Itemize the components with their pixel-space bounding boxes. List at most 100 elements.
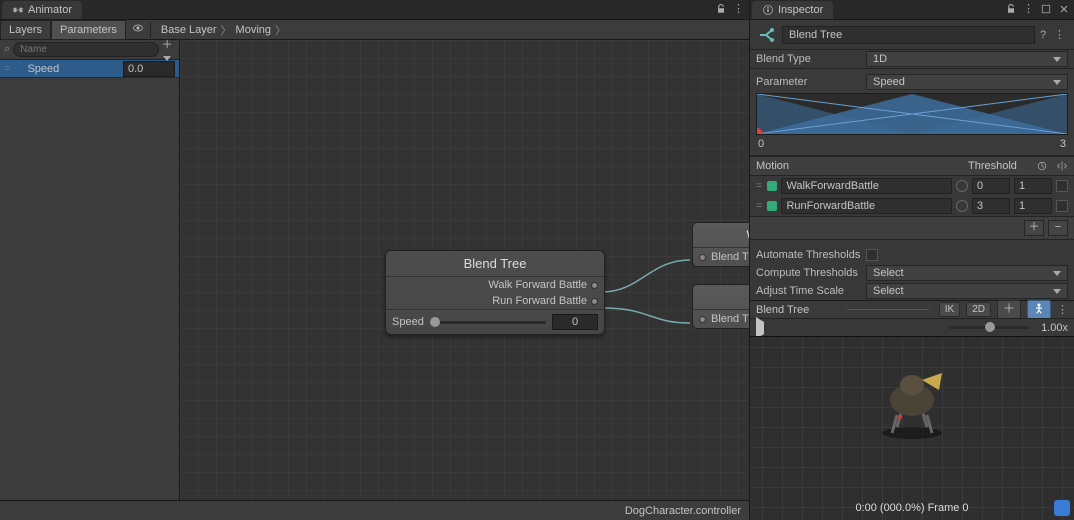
mirror-checkbox[interactable]	[1056, 200, 1068, 212]
parameter-label: Parameter	[756, 76, 866, 88]
parameter-value-input[interactable]	[123, 61, 175, 77]
add-parameter-button[interactable]: ＋	[159, 36, 175, 64]
timescale-input[interactable]	[1014, 198, 1052, 214]
animator-icon	[12, 4, 24, 16]
timescale-input[interactable]	[1014, 178, 1052, 194]
search-icon: ⌕	[4, 43, 10, 56]
blend-tree-icon	[756, 24, 778, 46]
chevron-down-icon	[1053, 57, 1061, 62]
output-port[interactable]	[591, 282, 598, 289]
info-icon	[762, 4, 774, 16]
kebab-icon[interactable]: ⋮	[1057, 303, 1068, 316]
add-motion-button[interactable]: ＋	[1024, 220, 1044, 236]
status-bar: DogCharacter.controller	[0, 500, 749, 520]
motion-name: RunForwardBattle	[781, 198, 952, 214]
playback-speed-label: 1.00x	[1041, 322, 1068, 334]
object-picker-icon[interactable]	[956, 200, 968, 212]
mirror-checkbox[interactable]	[1056, 180, 1068, 192]
preview-model	[867, 355, 957, 445]
blend-tree-node[interactable]: Blend Tree Walk Forward Battle Run Forwa…	[385, 250, 605, 335]
node-sub-label: Blend Tree	[711, 251, 749, 263]
compute-label: Compute Thresholds	[756, 267, 866, 279]
parameter-dropdown[interactable]: Speed	[866, 74, 1068, 90]
frame-label: 0:00 (000.0%) Frame 0	[750, 502, 1074, 514]
motion-list-row[interactable]: = WalkForwardBattle	[750, 176, 1074, 196]
maximize-icon[interactable]	[1040, 3, 1052, 15]
axis-min: 0	[758, 138, 764, 150]
input-port[interactable]	[699, 254, 706, 261]
threshold-input[interactable]	[972, 178, 1010, 194]
motion-node[interactable]: RunForwardBattle Blend Tree	[692, 284, 749, 329]
node-title: RunForwardBattle	[693, 285, 749, 309]
playback-speed-slider[interactable]	[949, 326, 1029, 329]
animator-tab[interactable]: Animator	[2, 1, 82, 19]
avatar-icon	[1033, 302, 1045, 314]
blend-type-dropdown[interactable]: 1D	[866, 51, 1068, 67]
kebab-icon[interactable]: ⋮	[733, 2, 745, 15]
drag-handle-icon[interactable]: =	[756, 200, 763, 212]
controller-path: DogCharacter.controller	[625, 505, 741, 517]
motion-clip-icon	[767, 201, 777, 211]
kebab-icon[interactable]: ⋮	[1023, 2, 1034, 15]
motion-node[interactable]: WalkForwardBattle Blend Tree	[692, 222, 749, 267]
node-title: Blend Tree	[386, 251, 604, 277]
pivot-icon	[1003, 302, 1015, 314]
help-icon[interactable]: ?	[1035, 29, 1051, 41]
mirror-icon	[1056, 160, 1068, 172]
lock-open-icon[interactable]	[1005, 3, 1017, 15]
blend-type-label: Blend Type	[756, 53, 866, 65]
breadcrumb-1[interactable]: Moving	[236, 24, 271, 36]
tag-icon[interactable]	[1054, 500, 1070, 516]
chevron-right-icon: 〉	[275, 22, 286, 38]
breadcrumb-0[interactable]: Base Layer	[161, 24, 217, 36]
remove-motion-button[interactable]: −	[1048, 220, 1068, 236]
inspector-tab-label: Inspector	[778, 4, 823, 16]
close-icon[interactable]	[1058, 3, 1070, 15]
parameters-tab[interactable]: Parameters	[51, 20, 126, 40]
ik-toggle[interactable]: IK	[939, 302, 960, 317]
node-sub-label: Blend Tree	[711, 313, 749, 325]
animator-tab-label: Animator	[28, 4, 72, 16]
2d-toggle[interactable]: 2D	[966, 302, 991, 317]
axis-max: 3	[1060, 138, 1066, 150]
chevron-right-icon: 〉	[221, 22, 232, 38]
avatar-toggle[interactable]	[1027, 300, 1051, 319]
chevron-down-icon	[1053, 80, 1061, 85]
graph-canvas[interactable]: Blend Tree Walk Forward Battle Run Forwa…	[180, 40, 749, 500]
motion-clip-icon	[767, 181, 777, 191]
drag-handle-icon[interactable]: =	[756, 180, 763, 192]
breadcrumb[interactable]: Base Layer 〉 Moving 〉	[161, 22, 286, 38]
parameter-name: Speed	[15, 63, 123, 75]
threshold-col-header: Threshold	[968, 160, 1028, 172]
play-button[interactable]	[756, 322, 764, 334]
pivot-toggle[interactable]	[997, 300, 1021, 319]
chevron-down-icon	[1053, 289, 1061, 294]
motion-list-row[interactable]: = RunForwardBattle	[750, 196, 1074, 216]
drag-handle-icon[interactable]: =	[0, 63, 15, 75]
adjust-timescale-dropdown[interactable]: Select	[866, 283, 1068, 299]
node-output-label: Run Forward Battle	[492, 295, 587, 307]
speed-slider[interactable]	[430, 321, 546, 324]
automate-checkbox[interactable]	[866, 249, 878, 261]
node-output-label: Walk Forward Battle	[488, 279, 587, 291]
layers-tab[interactable]: Layers	[0, 20, 51, 40]
preview-viewport[interactable]: 0:00 (000.0%) Frame 0	[750, 336, 1074, 520]
parameter-row[interactable]: = Speed	[0, 60, 179, 78]
chevron-down-icon	[1053, 271, 1061, 276]
kebab-icon[interactable]: ⋮	[1051, 28, 1068, 41]
output-port[interactable]	[591, 298, 598, 305]
param-search-input[interactable]	[13, 42, 159, 57]
inspector-tab[interactable]: Inspector	[752, 1, 833, 19]
object-picker-icon[interactable]	[956, 180, 968, 192]
blend-graph[interactable]	[756, 93, 1068, 135]
asset-name-input[interactable]	[782, 26, 1035, 44]
motion-col-header: Motion	[756, 160, 968, 172]
visibility-icon[interactable]	[132, 22, 144, 37]
input-port[interactable]	[699, 316, 706, 323]
automate-label: Automate Thresholds	[756, 249, 866, 261]
threshold-input[interactable]	[972, 198, 1010, 214]
lock-open-icon[interactable]	[715, 3, 727, 15]
slider-label: Speed	[392, 316, 424, 328]
compute-thresholds-dropdown[interactable]: Select	[866, 265, 1068, 281]
speed-value-input[interactable]	[552, 314, 598, 330]
